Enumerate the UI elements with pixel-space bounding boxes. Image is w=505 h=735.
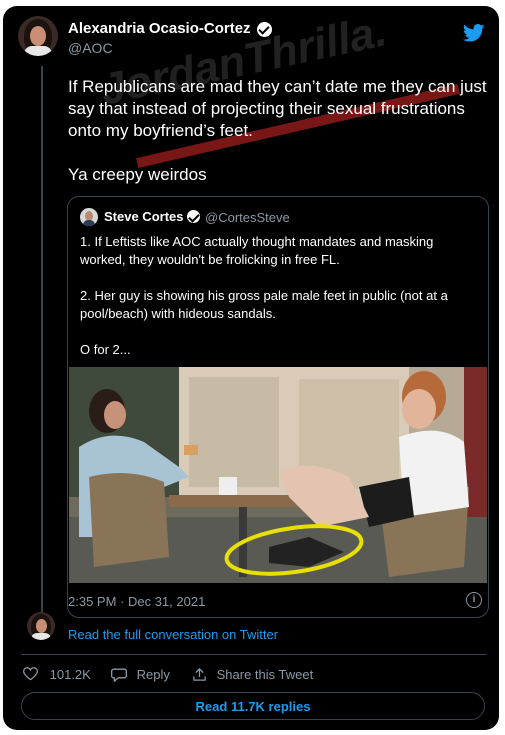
quote-paragraph-2: 2. Her guy is showing his gross pale mal… <box>80 288 448 321</box>
twitter-logo-icon[interactable] <box>463 24 485 42</box>
read-replies-button[interactable]: Read 11.7K replies <box>21 692 485 720</box>
thread-line <box>41 66 43 618</box>
tweet-card: Alexandria Ocasio-Cortez @AOC JordanThri… <box>3 6 499 730</box>
reply-action[interactable]: Reply <box>111 667 170 683</box>
heart-icon <box>22 667 39 681</box>
quote-paragraph-3: O for 2... <box>80 342 131 357</box>
tweet-timestamp[interactable]: 2:35 PM · Dec 31, 2021 <box>68 594 205 609</box>
author-name[interactable]: Alexandria Ocasio-Cortez <box>68 20 251 37</box>
reply-label: Reply <box>136 667 170 682</box>
reply-bubble-icon <box>111 668 127 683</box>
share-action[interactable]: Share this Tweet <box>192 667 313 682</box>
like-action[interactable]: 101.2K <box>22 667 91 682</box>
quote-photo[interactable] <box>69 367 487 583</box>
verified-badge-icon <box>257 22 272 37</box>
like-count: 101.2K <box>49 667 91 682</box>
author-handle[interactable]: @AOC <box>68 40 113 56</box>
quote-author-avatar <box>80 208 98 226</box>
share-upload-icon <box>193 667 206 681</box>
conversation-avatar <box>27 612 55 640</box>
quote-paragraph-1: 1. If Leftists like AOC actually thought… <box>80 234 434 267</box>
cafe-photo-illustration <box>69 367 487 583</box>
info-icon[interactable]: i <box>466 592 482 608</box>
quote-verified-badge-icon <box>187 210 200 223</box>
quoted-tweet[interactable]: Steve Cortes @CortesSteve 1. If Leftists… <box>67 196 489 618</box>
read-conversation-link[interactable]: Read the full conversation on Twitter <box>68 627 278 642</box>
quote-author-name: Steve Cortes <box>104 209 184 224</box>
quote-author-handle: @CortesSteve <box>205 210 290 225</box>
tweet-text: If Republicans are mad they can’t date m… <box>68 77 487 184</box>
author-avatar[interactable] <box>18 16 58 56</box>
quote-text: 1. If Leftists like AOC actually thought… <box>80 233 475 377</box>
share-label: Share this Tweet <box>216 667 314 682</box>
actions-divider <box>21 654 487 655</box>
